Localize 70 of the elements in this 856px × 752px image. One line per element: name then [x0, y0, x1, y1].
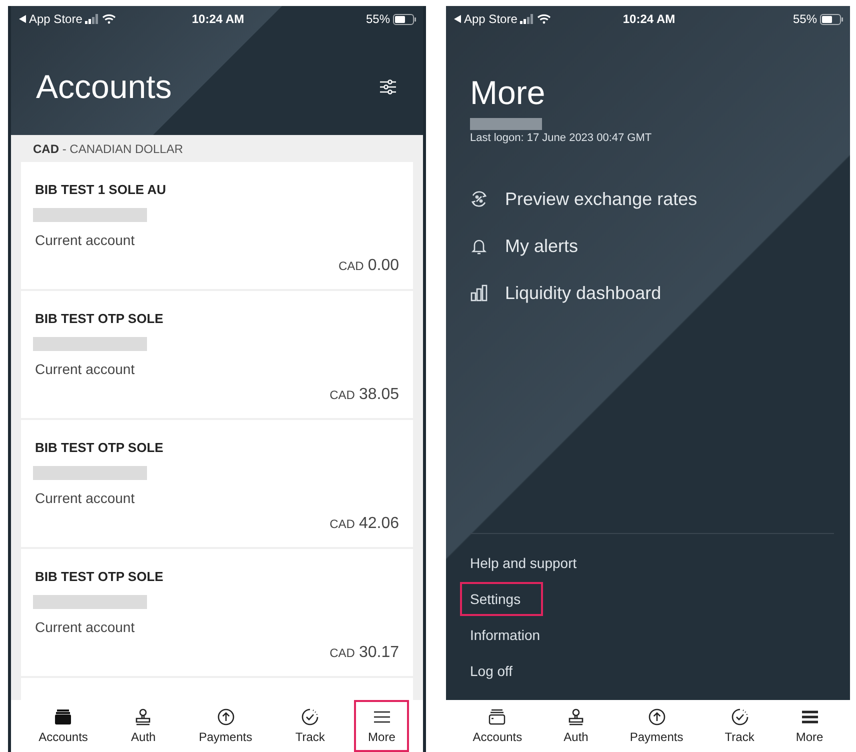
currency-code: CAD — [338, 259, 364, 273]
tab-item[interactable]: Auth — [550, 700, 602, 752]
account-type: Current account — [35, 619, 136, 635]
filter-icon[interactable] — [379, 79, 397, 95]
currency-header: CAD - CANADIAN DOLLAR — [11, 135, 423, 162]
signal-icon — [85, 14, 100, 24]
screen-title: More — [470, 74, 546, 112]
battery-icon — [393, 14, 417, 24]
wifi-icon — [537, 14, 552, 24]
battery-percent: 55% — [366, 12, 390, 26]
back-label[interactable]: App Store — [464, 12, 518, 26]
wifi-icon — [102, 14, 116, 24]
account-balance: 42.06 — [358, 515, 399, 533]
menu-link[interactable]: Log off — [465, 660, 518, 682]
account-card[interactable]: BIB TEST 1 SOLE AU Current account CAD 0.00 — [21, 162, 413, 289]
tab-item[interactable]: More — [354, 700, 410, 752]
back-arrow-icon — [19, 15, 26, 23]
account-balance: 38.05 — [358, 386, 399, 404]
menu-icon — [372, 710, 391, 724]
tab-item[interactable]: Payments — [616, 700, 698, 752]
battery-icon — [820, 14, 844, 24]
status-time: 10:24 AM — [622, 12, 676, 26]
account-type: Current account — [35, 361, 136, 377]
menu-icon — [800, 710, 819, 724]
arrow-up-circle-icon — [216, 708, 235, 726]
tab-item[interactable]: More — [782, 700, 838, 752]
tab-item[interactable]: Payments — [184, 700, 266, 752]
currency-code: CAD — [330, 517, 355, 531]
bell-icon — [470, 237, 488, 255]
menu-link[interactable]: Settings — [462, 584, 541, 614]
account-name: BIB TEST OTP SOLE — [35, 440, 164, 456]
stamp-icon — [134, 708, 152, 726]
account-balance: 0.00 — [368, 257, 399, 275]
tab-item[interactable]: Accounts — [458, 700, 536, 752]
currency-code: CAD — [330, 646, 355, 660]
account-card[interactable]: BIB TEST OTP SOLE Current account CAD 38.05 — [21, 291, 413, 418]
account-type: Current account — [35, 490, 136, 506]
tab-item[interactable]: Auth — [117, 700, 170, 752]
bar-chart-icon — [470, 284, 488, 302]
stamp-icon — [567, 708, 585, 726]
tab-item[interactable]: Accounts — [24, 700, 102, 752]
account-name: BIB TEST 1 SOLE AU — [35, 182, 167, 198]
check-circle-icon — [730, 708, 749, 726]
wallet-icon — [488, 709, 506, 725]
last-logon-text: Last logon: 17 June 2023 00:47 GMT — [470, 132, 653, 144]
menu-item[interactable]: Liquidity dashboard — [470, 280, 834, 306]
signal-icon — [520, 14, 534, 24]
wallet-icon — [54, 709, 72, 725]
account-balance: 30.17 — [358, 644, 399, 662]
menu-item[interactable]: My alerts — [470, 233, 834, 259]
menu-item[interactable]: Preview exchange rates — [470, 186, 834, 212]
tab-item[interactable]: Track — [710, 700, 768, 752]
back-arrow-icon — [454, 15, 461, 23]
tab-item[interactable]: Track — [281, 700, 339, 752]
account-card[interactable]: BIB TEST OTP SOLE Current account CAD 42.06 — [21, 420, 413, 547]
currency-exchange-icon — [470, 190, 488, 208]
status-time: 10:24 AM — [192, 12, 244, 26]
account-name: BIB TEST OTP SOLE — [35, 569, 164, 585]
account-card[interactable]: BIB TEST OTP SOLE Current account CAD 30.17 — [21, 549, 413, 676]
battery-percent: 55% — [792, 12, 817, 26]
account-type: Current account — [35, 232, 136, 248]
menu-link[interactable]: Information — [465, 624, 546, 646]
back-label[interactable]: App Store — [29, 12, 82, 26]
account-name: BIB TEST OTP SOLE — [35, 311, 164, 327]
redacted-block — [470, 118, 542, 130]
arrow-up-circle-icon — [648, 708, 666, 726]
check-circle-icon — [301, 708, 320, 726]
menu-link[interactable]: Help and support — [465, 552, 582, 574]
screen-title: Accounts — [36, 68, 172, 106]
currency-code: CAD — [330, 388, 355, 402]
